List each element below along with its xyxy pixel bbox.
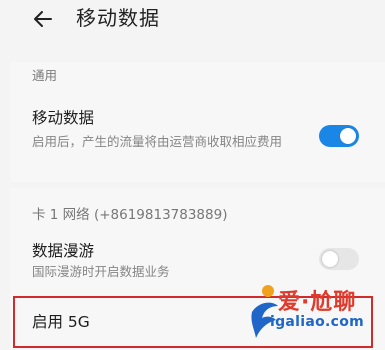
section-label-sim: 卡 1 网络 (+8619813783889) <box>32 207 228 223</box>
toggle-knob <box>322 251 338 267</box>
mobile-data-subtitle: 启用后，产生的流量将由运营商收取相应费用 <box>32 134 283 149</box>
watermark-logo-icon <box>251 285 278 338</box>
data-roaming-toggle[interactable] <box>319 248 359 270</box>
mobile-data-toggle[interactable] <box>319 125 359 147</box>
mobile-data-settings-page: 移动数据 通用 移动数据 启用后，产生的流量将由运营商收取相应费用 卡 1 网络… <box>0 0 385 350</box>
data-roaming-subtitle: 国际漫游时开启数据业务 <box>32 264 170 279</box>
watermark: 爱·尬聊 igaliao.com <box>248 280 380 344</box>
data-roaming-title: 数据漫游 <box>32 242 95 260</box>
mobile-data-title: 移动数据 <box>32 109 95 127</box>
back-button[interactable] <box>30 6 56 32</box>
general-section: 通用 移动数据 启用后，产生的流量将由运营商收取相应费用 <box>10 62 385 182</box>
watermark-brand: 爱·尬聊 <box>278 290 357 315</box>
page-title: 移动数据 <box>76 6 160 30</box>
header-bar: 移动数据 <box>0 0 385 44</box>
toggle-knob <box>340 128 356 144</box>
section-label-general: 通用 <box>32 68 58 83</box>
watermark-url: igaliao.com <box>270 314 365 330</box>
back-arrow-icon <box>34 11 52 27</box>
